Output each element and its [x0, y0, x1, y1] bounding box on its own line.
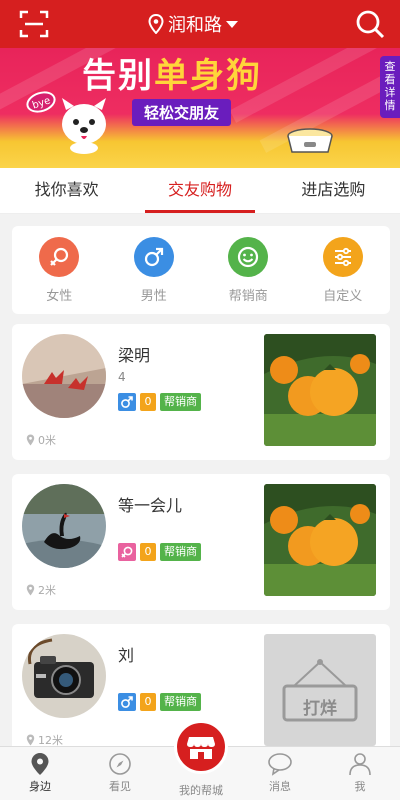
- view-detail-button[interactable]: 查看详情: [380, 56, 400, 118]
- number-badge: 0: [140, 543, 156, 561]
- product-photo[interactable]: [264, 334, 376, 446]
- seller-badge: 帮销商: [160, 393, 201, 411]
- category-seller[interactable]: 帮销商: [201, 226, 296, 314]
- category-custom[interactable]: 自定义: [296, 226, 391, 314]
- tab-friends-shopping[interactable]: 交友购物: [133, 168, 266, 213]
- category-label: 帮销商: [228, 289, 268, 304]
- nav-label: 看见: [109, 780, 131, 793]
- location-pin-icon: [26, 734, 35, 746]
- nav-discover[interactable]: 看见: [80, 747, 160, 800]
- category-label: 自定义: [323, 289, 363, 304]
- seller-badge: 帮销商: [160, 693, 201, 711]
- avatar[interactable]: [22, 334, 106, 418]
- distance-text: 2米: [38, 584, 56, 597]
- user-count: 4: [118, 370, 126, 384]
- chevron-down-icon: [226, 20, 238, 28]
- category-male[interactable]: 男性: [107, 226, 202, 314]
- banner-subtitle: 轻松交朋友: [132, 99, 232, 126]
- promo-banner[interactable]: 告别单身狗 轻松交朋友 bye 查看详情: [0, 48, 400, 168]
- tab-shop-select[interactable]: 进店选购: [267, 168, 400, 213]
- user-card[interactable]: 梁明 4 0 帮销商 0米: [12, 324, 390, 460]
- category-female[interactable]: 女性: [12, 226, 107, 314]
- user-card[interactable]: 等一会儿 0 帮销商 2米: [12, 474, 390, 610]
- nav-nearby[interactable]: 身边: [0, 747, 80, 800]
- product-photo[interactable]: [264, 484, 376, 596]
- distance-text: 0米: [38, 434, 56, 447]
- tab-bar: 找你喜欢 交友购物 进店选购: [0, 168, 400, 214]
- location-pin-icon: [31, 753, 49, 775]
- category-label: 男性: [140, 289, 167, 304]
- smiley-icon: [238, 246, 259, 268]
- dog-bowl-icon: [287, 128, 333, 153]
- number-badge: 0: [140, 393, 156, 411]
- person-icon: [349, 753, 371, 776]
- category-label: 女性: [46, 289, 73, 304]
- sliders-icon: [334, 247, 351, 267]
- female-icon: [121, 546, 133, 558]
- category-filter: 女性 男性 帮销商 自定义: [12, 226, 390, 314]
- location-pin-icon: [148, 14, 164, 34]
- dog-illustration-icon: [62, 98, 106, 154]
- nav-label: 消息: [269, 780, 291, 793]
- user-name: 刘: [118, 646, 135, 665]
- message-icon: [268, 753, 292, 776]
- tab-find-you-like[interactable]: 找你喜欢: [0, 168, 133, 213]
- location-pin-icon: [26, 584, 35, 596]
- number-badge: 0: [140, 693, 156, 711]
- seller-badge: 帮销商: [160, 543, 201, 561]
- banner-title: 告别单身狗: [82, 56, 262, 96]
- closed-sign-text: 打烊: [303, 699, 337, 719]
- gender-badge: [118, 393, 136, 411]
- male-icon: [144, 247, 163, 267]
- avatar[interactable]: [22, 484, 106, 568]
- nav-messages[interactable]: 消息: [240, 747, 320, 800]
- distance: 2米: [26, 582, 56, 598]
- store-icon: [187, 737, 215, 759]
- nav-my-city-button[interactable]: [174, 720, 228, 774]
- male-icon: [121, 396, 133, 408]
- nav-me[interactable]: 我: [320, 747, 400, 800]
- scan-icon[interactable]: [18, 8, 50, 40]
- male-icon: [121, 696, 133, 708]
- compass-icon: [109, 753, 131, 775]
- location-text: 润和路: [168, 15, 222, 36]
- nav-label: 身边: [29, 780, 51, 793]
- user-name: 梁明: [118, 346, 151, 365]
- search-icon[interactable]: [354, 8, 386, 40]
- nav-label: 我: [354, 780, 366, 793]
- gender-badge: [118, 693, 136, 711]
- female-icon: [50, 247, 69, 266]
- closed-sign-icon: [282, 659, 358, 722]
- nav-my-city-label: 我的帮城: [179, 784, 223, 797]
- avatar[interactable]: [22, 634, 106, 718]
- user-name: 等一会儿: [118, 496, 183, 515]
- closed-sign-photo[interactable]: 打烊: [264, 634, 376, 746]
- location-selector[interactable]: 润和路: [148, 10, 238, 38]
- gender-badge: [118, 543, 136, 561]
- top-bar: 润和路: [0, 0, 400, 48]
- location-pin-icon: [26, 434, 35, 446]
- distance: 0米: [26, 432, 56, 448]
